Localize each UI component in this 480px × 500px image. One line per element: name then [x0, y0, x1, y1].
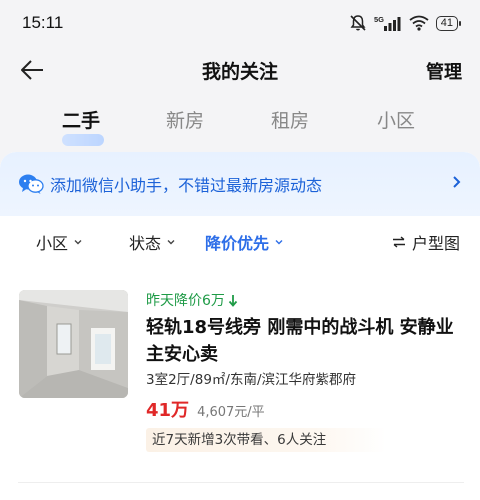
tab-active-indicator: [62, 134, 104, 146]
page-title: 我的关注: [201, 60, 278, 83]
listing-title: 轻轨18号线旁 刚需中的战斗机 安静业主安心卖: [146, 317, 454, 365]
filter-price-drop-first[interactable]: 降价优先: [205, 230, 283, 254]
swap-icon: [392, 236, 405, 248]
chevron-down-icon: [74, 240, 82, 245]
wechat-icon: [19, 174, 44, 194]
unit-price: 4,607元/平: [197, 405, 265, 420]
divider: [18, 482, 464, 483]
app-header: 我的关注 管理: [0, 46, 480, 94]
status-icons: 5G 41: [349, 14, 462, 32]
listing-item[interactable]: 昨天降价6万 轻轨18号线旁 刚需中的战斗机 安静业主安心卖 3室2厅/89㎡/…: [0, 278, 480, 458]
wechat-assistant-banner[interactable]: 添加微信小助手，不错过最新房源动态: [0, 152, 480, 216]
filter-bar: 小区 状态 降价优先 户型图: [0, 222, 480, 266]
price-drop-text: 昨天降价6万: [146, 293, 225, 309]
listing-price: 41万 4,607元/平: [146, 396, 265, 422]
filter-community[interactable]: 小区: [36, 230, 82, 254]
arrow-left-icon[interactable]: [18, 56, 46, 84]
wifi-icon: [409, 15, 429, 31]
banner-text: 添加微信小助手，不错过最新房源动态: [50, 176, 323, 195]
chevron-down-icon: [167, 240, 175, 245]
filter-label: 状态: [129, 234, 162, 253]
total-price: 41万: [146, 400, 190, 421]
floorplan-label: 户型图: [411, 234, 460, 253]
tab-secondhand[interactable]: 二手: [62, 106, 100, 133]
chevron-down-icon: [275, 240, 283, 245]
floorplan-toggle-button[interactable]: 户型图: [392, 230, 460, 254]
activity-tag: 近7天新增3次带看、6人关注: [146, 428, 386, 452]
content-card: 添加微信小助手，不错过最新房源动态 小区 状态 降价优先 户型图 昨天降价6万 …: [0, 152, 480, 500]
listing-details: 3室2厅/89㎡/东南/滨江华府紫郡府: [146, 372, 357, 388]
signal-icon: 5G: [374, 15, 401, 31]
listing-photo: [19, 290, 128, 398]
status-bar: 15:11 5G 41: [0, 0, 480, 46]
price-drop-badge: 昨天降价6万: [146, 290, 238, 310]
battery-icon: 41: [435, 15, 462, 31]
category-tabs: 二手 新房 租房 小区: [0, 106, 480, 150]
network-label: 5G: [374, 15, 384, 24]
chevron-right-icon: [453, 176, 461, 188]
arrow-down-icon: [228, 294, 238, 307]
status-time: 15:11: [22, 13, 64, 32]
tab-rentals[interactable]: 租房: [271, 106, 309, 133]
tab-communities[interactable]: 小区: [377, 106, 415, 133]
filter-label: 降价优先: [205, 234, 270, 253]
manage-button[interactable]: 管理: [426, 58, 462, 84]
mute-bell-icon: [350, 15, 366, 31]
filter-label: 小区: [36, 234, 69, 253]
filter-status[interactable]: 状态: [129, 230, 175, 254]
tab-new-homes[interactable]: 新房: [166, 106, 204, 133]
